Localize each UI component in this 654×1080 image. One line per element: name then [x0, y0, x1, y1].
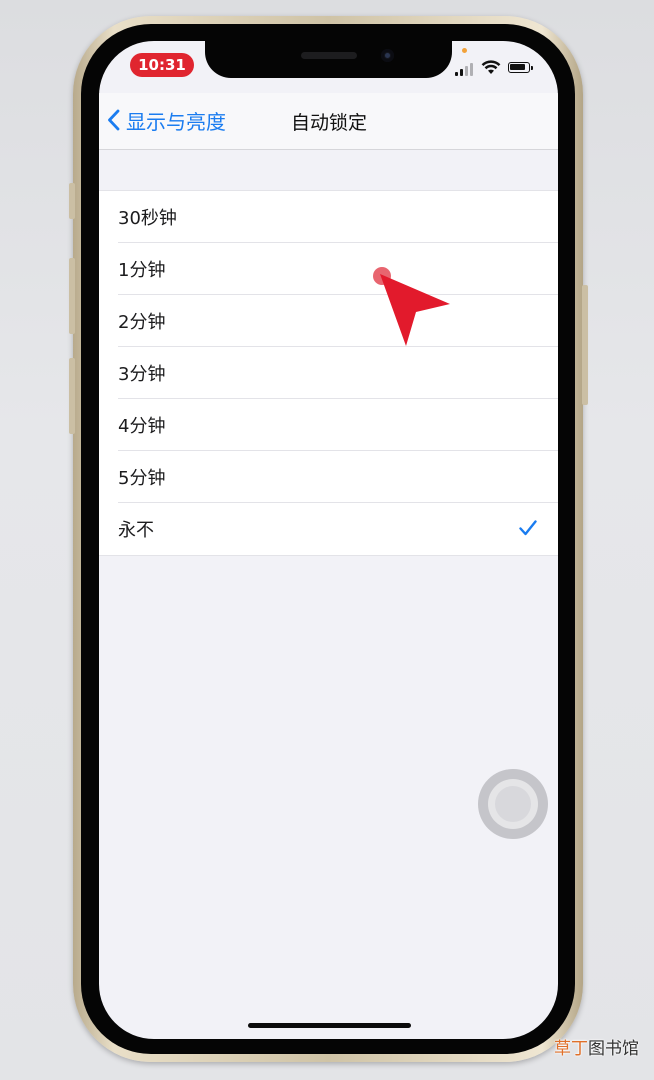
mute-switch — [69, 183, 75, 219]
option-label: 30秒钟 — [118, 208, 177, 229]
volume-down-button — [69, 358, 75, 434]
power-button — [582, 285, 588, 405]
option-label: 5分钟 — [118, 468, 166, 489]
status-time[interactable]: 10:31 — [130, 53, 194, 77]
option-1-minute[interactable]: 1分钟 — [99, 243, 558, 295]
auto-lock-options-list: 30秒钟 1分钟 2分钟 3分钟 4分钟 5分钟 永不 — [99, 190, 558, 556]
option-30-seconds[interactable]: 30秒钟 — [99, 191, 558, 243]
notch — [205, 41, 452, 78]
option-5-minutes[interactable]: 5分钟 — [99, 451, 558, 503]
checkmark-icon — [519, 520, 537, 536]
option-4-minutes[interactable]: 4分钟 — [99, 399, 558, 451]
option-2-minutes[interactable]: 2分钟 — [99, 295, 558, 347]
option-label: 永不 — [118, 520, 154, 541]
option-label: 3分钟 — [118, 364, 166, 385]
option-label: 2分钟 — [118, 312, 166, 333]
cellular-signal-icon — [455, 61, 475, 76]
home-indicator[interactable] — [248, 1023, 411, 1028]
option-label: 1分钟 — [118, 260, 166, 281]
watermark-accent: 草丁 — [554, 1039, 588, 1059]
tap-pointer-icon — [373, 267, 450, 346]
front-camera — [381, 49, 394, 62]
privacy-indicator-dot — [462, 48, 467, 53]
earpiece-speaker — [301, 52, 357, 59]
phone-screen: 10:31 显示与亮度 自动锁定 30秒钟 1分钟 2分钟 3分钟 4分钟 5分… — [99, 41, 558, 1039]
option-3-minutes[interactable]: 3分钟 — [99, 347, 558, 399]
option-never[interactable]: 永不 — [99, 503, 558, 555]
assistive-touch-button[interactable] — [478, 769, 548, 839]
option-label: 4分钟 — [118, 416, 166, 437]
watermark: 草丁图书馆 — [554, 1034, 639, 1059]
volume-up-button — [69, 258, 75, 334]
battery-icon — [508, 62, 533, 73]
navigation-bar: 显示与亮度 自动锁定 — [99, 93, 558, 150]
wifi-icon — [481, 60, 501, 74]
page-title: 自动锁定 — [290, 112, 367, 134]
watermark-text: 图书馆 — [588, 1039, 639, 1059]
